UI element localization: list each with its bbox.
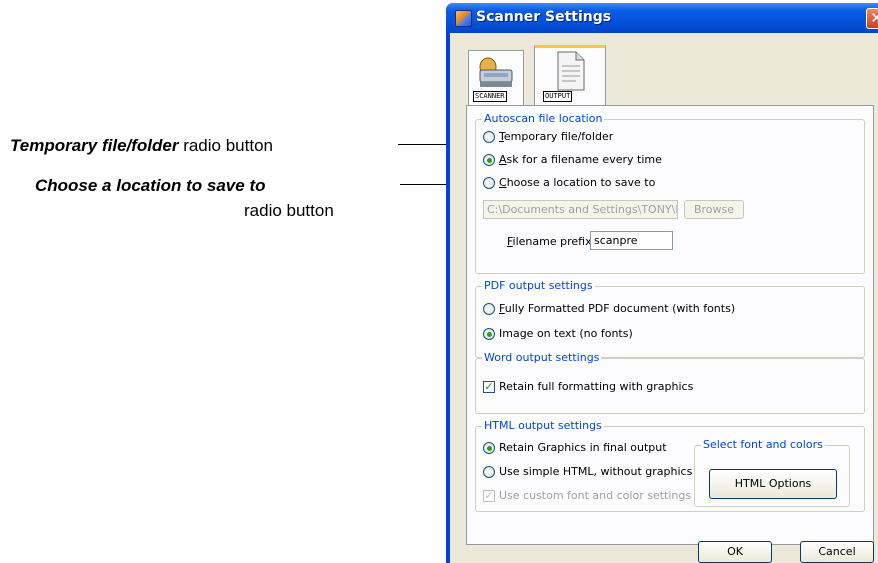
ask-filename-radio[interactable] <box>483 154 495 166</box>
callout-choose: Choose a location to save to <box>35 176 266 196</box>
tab-output-label: OUTPUT <box>543 91 573 102</box>
custom-font-checkbox: ✓ <box>483 489 495 502</box>
ask-filename-label[interactable]: Ask for a filename every time <box>499 153 662 166</box>
browse-button: Browse <box>684 200 744 219</box>
scanner-settings-window: Scanner Settings ✕ SCANNER OUTPUT Autosc… <box>446 3 878 563</box>
autoscan-group: Autoscan file location Temporary file/fo… <box>475 112 865 274</box>
custom-font-label: Use custom font and color settings <box>499 489 692 502</box>
retain-graphics-radio[interactable] <box>483 442 495 454</box>
tab-scanner-label: SCANNER <box>473 91 507 102</box>
callout-temporary-rest: radio button <box>178 136 273 155</box>
html-legend: HTML output settings <box>482 419 604 432</box>
pdf-group: PDF output settings Fully Formatted PDF … <box>475 279 865 358</box>
temporary-label[interactable]: Temporary file/folder <box>499 130 613 143</box>
title-bar[interactable]: Scanner Settings ✕ <box>446 3 878 33</box>
font-colors-legend: Select font and colors <box>701 438 825 451</box>
retain-graphics-label[interactable]: Retain Graphics in final output <box>499 441 667 454</box>
callout-choose-bold: Choose a location to save to <box>35 176 266 195</box>
tab-scanner[interactable]: SCANNER <box>468 50 524 106</box>
ok-button[interactable]: OK <box>698 541 772 563</box>
app-icon <box>455 10 472 27</box>
choose-location-radio[interactable] <box>483 177 495 189</box>
document-icon <box>557 51 585 91</box>
window-title: Scanner Settings <box>476 9 612 25</box>
font-colors-group: Select font and colors HTML Options <box>694 438 850 507</box>
callout-choose-line2: radio button <box>244 201 334 220</box>
simple-html-radio[interactable] <box>483 466 495 478</box>
filename-prefix-field[interactable]: scanpre <box>590 231 673 250</box>
callout-temporary: Temporary file/folder radio button <box>10 136 273 156</box>
pdf-legend: PDF output settings <box>482 279 595 292</box>
html-options-button[interactable]: HTML Options <box>709 469 837 499</box>
cancel-button[interactable]: Cancel <box>800 541 874 563</box>
dialog-client: SCANNER OUTPUT Autoscan file location Te… <box>450 33 878 563</box>
simple-html-label[interactable]: Use simple HTML, without graphics <box>499 465 692 478</box>
save-path-field: C:\Documents and Settings\TONY\M <box>483 200 678 219</box>
output-tab-panel: Autoscan file location Temporary file/fo… <box>466 105 874 545</box>
word-group: Word output settings ✓ Retain full forma… <box>475 351 865 414</box>
html-group: HTML output settings Retain Graphics in … <box>475 419 865 512</box>
pdf-fully-formatted-label[interactable]: Fully Formatted PDF document (with fonts… <box>499 302 735 315</box>
autoscan-legend: Autoscan file location <box>482 112 605 125</box>
retain-formatting-label[interactable]: Retain full formatting with graphics <box>499 380 693 393</box>
retain-formatting-checkbox[interactable]: ✓ <box>483 381 495 393</box>
choose-location-label[interactable]: Choose a location to save to <box>499 176 655 189</box>
pdf-image-on-text-radio[interactable] <box>483 328 495 340</box>
pdf-image-on-text-label[interactable]: Image on text (no fonts) <box>499 327 633 340</box>
pdf-fully-formatted-radio[interactable] <box>483 303 495 315</box>
filename-prefix-label: Filename prefix <box>507 235 592 248</box>
tab-output[interactable]: OUTPUT <box>534 45 606 106</box>
word-legend: Word output settings <box>482 351 602 364</box>
callout-temporary-bold: Temporary file/folder <box>10 136 179 155</box>
temporary-radio[interactable] <box>483 131 495 143</box>
scanner-icon <box>479 57 513 87</box>
close-button[interactable]: ✕ <box>866 8 878 29</box>
